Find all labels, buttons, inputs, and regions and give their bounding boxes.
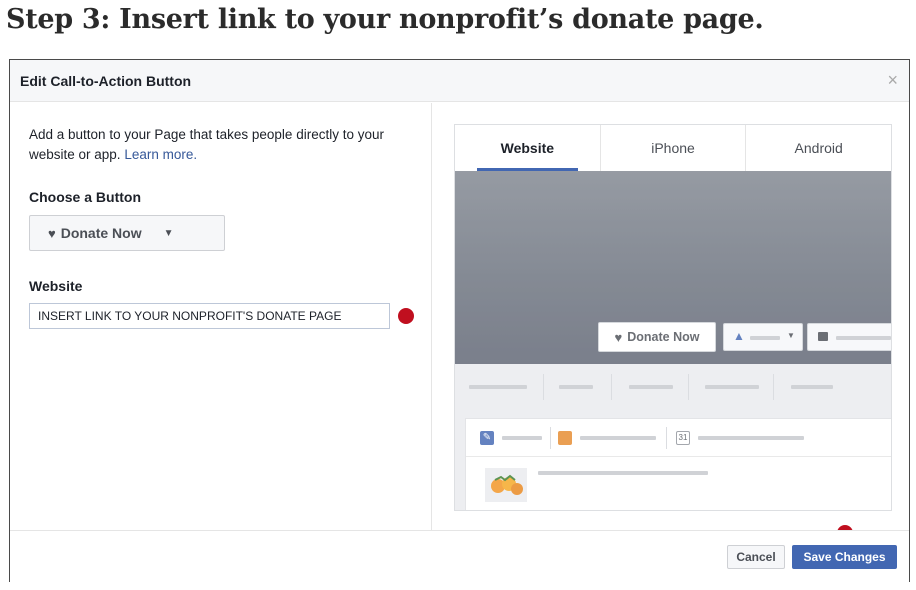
close-icon[interactable]: ×: [887, 70, 898, 90]
edit-cta-dialog: Edit Call-to-Action Button × Add a butto…: [9, 59, 910, 582]
page-nav-strip: [455, 364, 891, 410]
website-label: Website: [29, 278, 83, 294]
panel-divider: [431, 103, 432, 530]
timeline-area: ✎ 31: [455, 410, 891, 510]
calendar-icon: 31: [676, 431, 690, 445]
dialog-title: Edit Call-to-Action Button: [20, 73, 192, 89]
placeholder-text: [698, 436, 804, 440]
dropdown-selected-value: Donate Now: [60, 225, 142, 241]
settings-panel: Add a button to your Page that takes peo…: [10, 103, 431, 530]
composer-actions: ✎ 31: [466, 419, 891, 457]
tab-iphone[interactable]: iPhone: [599, 125, 746, 171]
pencil-icon: ✎: [480, 431, 494, 445]
nav-separator: [611, 374, 612, 400]
learn-more-link[interactable]: Learn more.: [124, 147, 197, 162]
dialog-header: Edit Call-to-Action Button ×: [10, 60, 909, 102]
button-type-dropdown[interactable]: ♥ Donate Now ▼: [29, 215, 225, 251]
heart-icon: ♥: [48, 225, 56, 241]
step-heading: Step 3: Insert link to your nonprofit’s …: [6, 4, 764, 35]
tab-android[interactable]: Android: [745, 125, 891, 171]
tab-website[interactable]: Website: [455, 125, 600, 171]
message-button-placeholder: [807, 323, 891, 351]
message-icon: [818, 332, 828, 341]
page-preview: Website iPhone Android ♥ Donate Now ▲ ▼: [454, 124, 892, 511]
save-changes-button[interactable]: Save Changes: [792, 545, 897, 569]
placeholder-text: [580, 436, 656, 440]
nav-separator: [543, 374, 544, 400]
nav-placeholder: [559, 385, 593, 389]
annotation-marker: [398, 308, 414, 324]
photo-icon: [558, 431, 572, 445]
intro-sentence: Add a button to your Page that takes peo…: [29, 127, 384, 162]
like-button-placeholder: ▲ ▼: [723, 323, 803, 351]
nav-placeholder: [629, 385, 673, 389]
nav-placeholder: [705, 385, 759, 389]
nav-separator: [773, 374, 774, 400]
placeholder-text: [502, 436, 542, 440]
chevron-down-icon: ▼: [787, 331, 795, 340]
avatar: [485, 468, 527, 502]
donate-now-preview-button: ♥ Donate Now: [598, 322, 716, 352]
choose-button-label: Choose a Button: [29, 189, 141, 205]
nav-separator: [688, 374, 689, 400]
heart-icon: ♥: [614, 329, 623, 345]
cover-photo: ♥ Donate Now ▲ ▼: [455, 171, 891, 364]
composer-separator: [666, 427, 667, 449]
post-composer: ✎ 31: [465, 418, 891, 510]
preview-tabs: Website iPhone Android: [455, 125, 891, 171]
nav-placeholder: [791, 385, 833, 389]
nav-placeholder: [469, 385, 527, 389]
intro-text: Add a button to your Page that takes peo…: [29, 125, 389, 165]
website-url-input[interactable]: [29, 303, 390, 329]
thumbs-up-icon: ▲: [733, 329, 745, 343]
composer-separator: [550, 427, 551, 449]
placeholder-text: [538, 471, 708, 475]
cancel-button[interactable]: Cancel: [727, 545, 785, 569]
dialog-footer: Cancel Save Changes: [10, 530, 909, 582]
placeholder-text: [836, 336, 891, 340]
chevron-down-icon: ▼: [163, 227, 174, 239]
donate-preview-label: Donate Now: [627, 330, 700, 344]
placeholder-text: [750, 336, 780, 340]
